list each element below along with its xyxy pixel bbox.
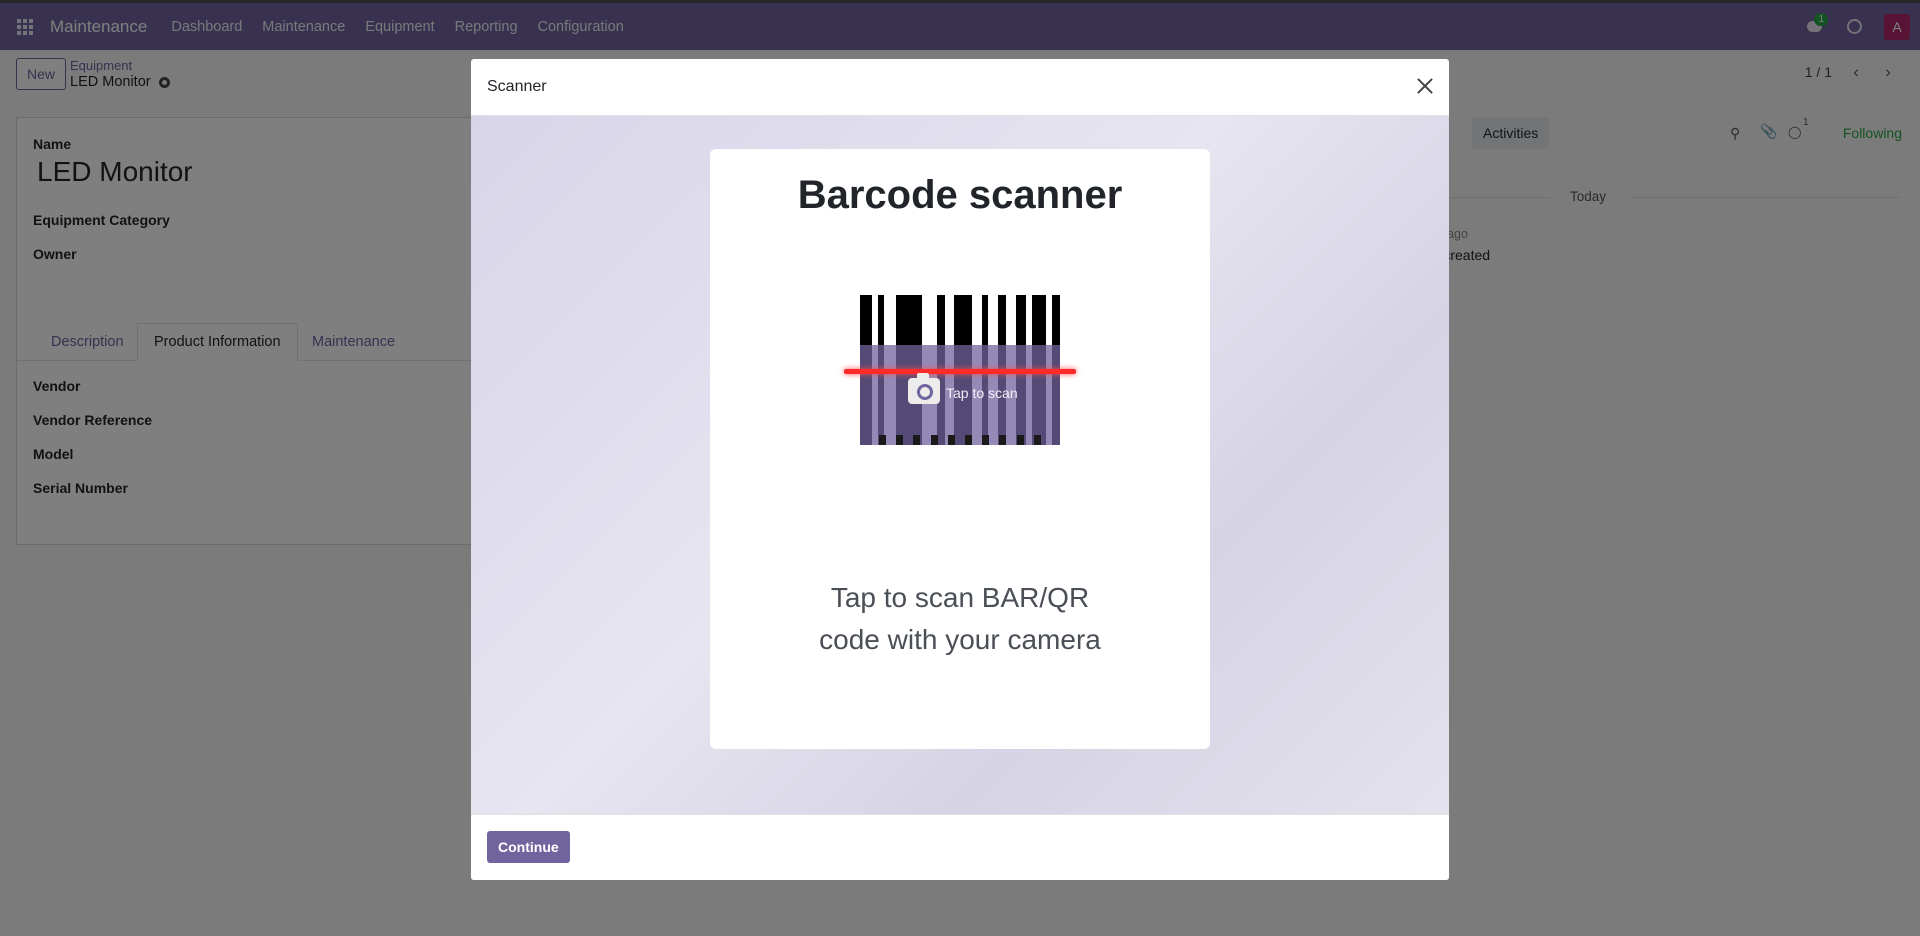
dialog-header: Scanner <box>471 59 1449 116</box>
close-icon[interactable] <box>1415 76 1435 96</box>
scanner-dialog: Scanner Barcode scanner Tap to scan Tap … <box>471 59 1449 880</box>
scan-laser-line <box>844 369 1076 374</box>
card-title: Barcode scanner <box>797 173 1123 217</box>
camera-icon[interactable] <box>908 373 940 404</box>
continue-button[interactable]: Continue <box>487 831 570 863</box>
scan-instructions-line1: Tap to scan BAR/QR <box>830 582 1090 613</box>
dialog-title: Scanner <box>487 78 547 95</box>
scan-instructions: Tap to scan BAR/QR code with your camera <box>710 577 1210 661</box>
dialog-body: Barcode scanner Tap to scan Tap to scan … <box>471 116 1449 814</box>
scanner-card: Barcode scanner Tap to scan Tap to scan … <box>710 149 1210 749</box>
barcode-ticks <box>860 435 1060 445</box>
scan-instructions-line2: code with your camera <box>819 624 1101 655</box>
tap-to-scan-label[interactable]: Tap to scan <box>946 385 1018 401</box>
dialog-footer: Continue <box>471 814 1449 880</box>
